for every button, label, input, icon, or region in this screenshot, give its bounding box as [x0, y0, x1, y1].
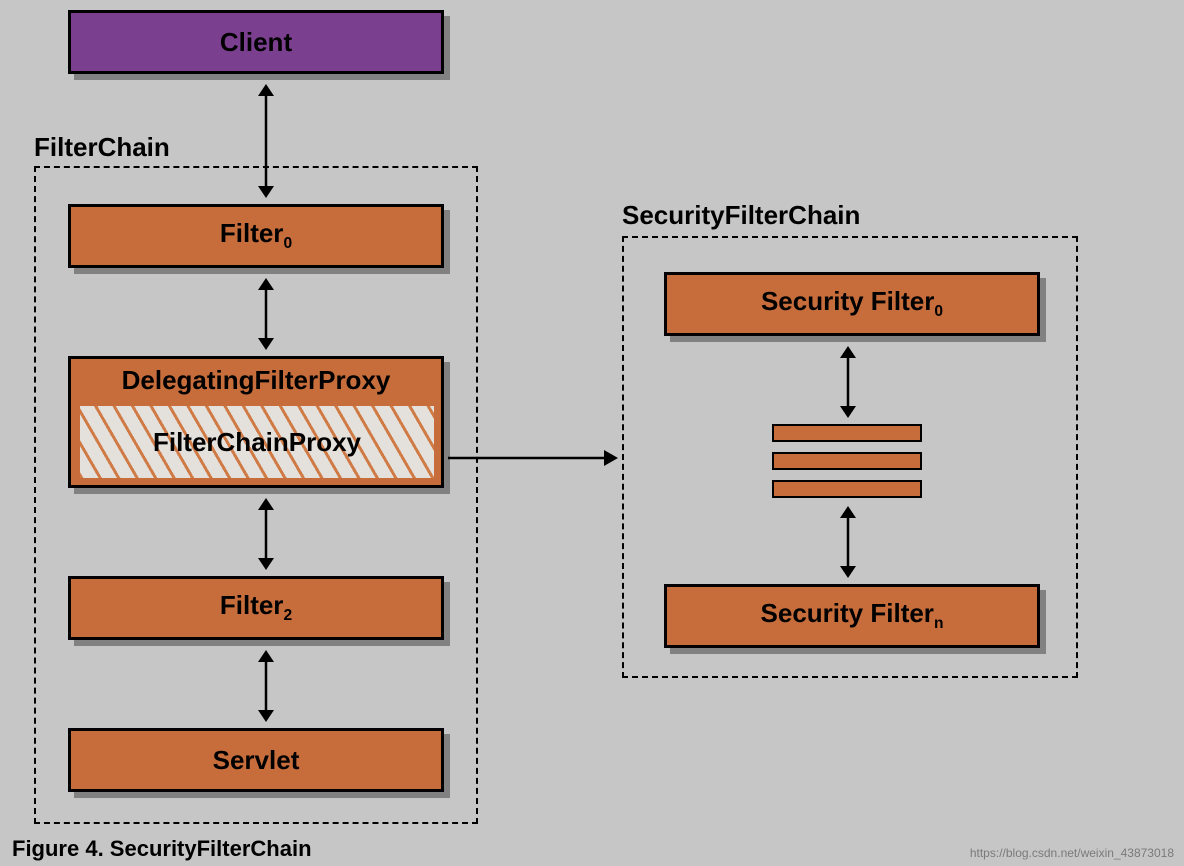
filterchain-label: FilterChain [34, 132, 170, 163]
bar-1 [772, 424, 922, 442]
filter2-box: Filter2 [68, 576, 444, 640]
arrow-proxy-securitychain [448, 448, 626, 468]
delegating-filter-proxy-box: DelegatingFilterProxy FilterChainProxy [68, 356, 444, 488]
filter-chain-proxy-label: FilterChainProxy [153, 427, 361, 458]
delegating-title: DelegatingFilterProxy [71, 359, 441, 400]
servlet-box: Servlet [68, 728, 444, 792]
figure-caption: Figure 4. SecurityFilterChain [12, 836, 312, 862]
filter0-label: Filter0 [220, 218, 292, 253]
client-box: Client [68, 10, 444, 74]
security-filter0-box: Security Filter0 [664, 272, 1040, 336]
filter0-box: Filter0 [68, 204, 444, 268]
client-label: Client [220, 27, 292, 58]
arrow-client-filter0 [256, 78, 276, 204]
arrow-bars-sfn [838, 500, 858, 584]
bar-3 [772, 480, 922, 498]
filter-chain-proxy-box: FilterChainProxy [77, 403, 437, 481]
filter2-label: Filter2 [220, 590, 292, 625]
watermark-text: https://blog.csdn.net/weixin_43873018 [970, 846, 1174, 860]
arrow-delegating-filter2 [256, 492, 276, 576]
arrow-filter0-delegating [256, 272, 276, 356]
bar-2 [772, 452, 922, 470]
servlet-label: Servlet [213, 745, 300, 776]
securityfilterchain-label: SecurityFilterChain [622, 200, 860, 231]
security-filtern-box: Security Filtern [664, 584, 1040, 648]
arrow-sf0-bars [838, 340, 858, 424]
arrow-filter2-servlet [256, 644, 276, 728]
security-filtern-label: Security Filtern [761, 598, 944, 633]
security-filter0-label: Security Filter0 [761, 286, 943, 321]
